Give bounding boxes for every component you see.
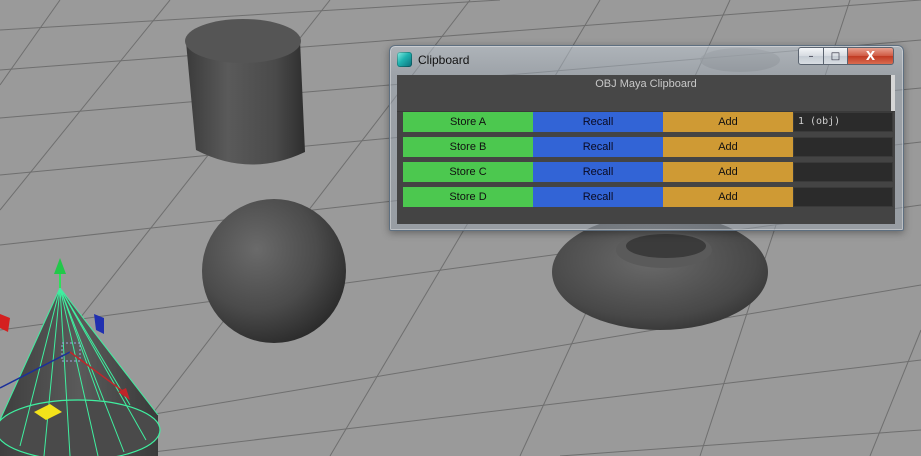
sphere-object[interactable]	[202, 199, 346, 343]
store-b-button[interactable]: Store B	[403, 137, 533, 157]
store-c-button[interactable]: Store C	[403, 162, 533, 182]
maximize-button[interactable]: □	[823, 47, 848, 65]
clipboard-panel: OBJ Maya Clipboard Store A Recall Add 1 …	[397, 75, 895, 224]
panel-header: OBJ Maya Clipboard	[397, 75, 895, 112]
recall-c-button[interactable]: Recall	[533, 162, 663, 182]
store-d-button[interactable]: Store D	[403, 187, 533, 207]
add-a-button[interactable]: Add	[663, 112, 793, 132]
slot-b-contents[interactable]	[793, 137, 893, 157]
maya-icon	[397, 52, 412, 67]
panel-title: OBJ Maya Clipboard	[595, 78, 697, 90]
slot-d-contents[interactable]	[793, 187, 893, 207]
title-bar[interactable]: Clipboard – □ X	[390, 46, 903, 74]
slot-a-contents[interactable]: 1 (obj)	[793, 112, 893, 132]
add-d-button[interactable]: Add	[663, 187, 793, 207]
recall-b-button[interactable]: Recall	[533, 137, 663, 157]
recall-a-button[interactable]: Recall	[533, 112, 663, 132]
slot-row-a: Store A Recall Add 1 (obj)	[403, 112, 893, 132]
slot-row-c: Store C Recall Add	[403, 162, 893, 182]
maximize-icon: □	[830, 50, 841, 62]
slot-row-b: Store B Recall Add	[403, 137, 893, 157]
window-title: Clipboard	[418, 53, 470, 67]
slot-c-contents[interactable]	[793, 162, 893, 182]
close-icon: X	[865, 49, 876, 63]
store-a-button[interactable]: Store A	[403, 112, 533, 132]
cone-object[interactable]	[0, 258, 161, 456]
minimize-button[interactable]: –	[798, 47, 824, 65]
close-button[interactable]: X	[847, 47, 894, 65]
recall-d-button[interactable]: Recall	[533, 187, 663, 207]
slot-row-d: Store D Recall Add	[403, 187, 893, 207]
cylinder-object[interactable]	[185, 19, 305, 165]
add-b-button[interactable]: Add	[663, 137, 793, 157]
minimize-icon: –	[808, 50, 814, 62]
add-c-button[interactable]: Add	[663, 162, 793, 182]
clipboard-window[interactable]: Clipboard – □ X OBJ Maya Clipboard Store…	[389, 45, 904, 231]
